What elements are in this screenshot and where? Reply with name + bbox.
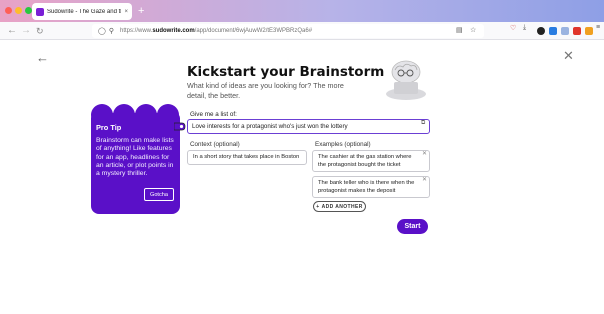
lock-icon[interactable]: ⚲ — [109, 27, 114, 35]
maximize-window-icon[interactable] — [25, 7, 32, 14]
example-input-1[interactable]: The cashier at the gas station where the… — [312, 150, 430, 172]
back-icon[interactable]: ← — [7, 24, 17, 38]
extension-icon[interactable] — [585, 27, 593, 35]
menu-icon[interactable]: ≡ — [596, 24, 600, 31]
plus-icon: + — [316, 203, 320, 210]
page-subtitle: What kind of ideas are you looking for? … — [187, 81, 344, 100]
browser-tab[interactable]: Sudowrite - The Gaze and the × — [32, 3, 132, 20]
example-input-2[interactable]: The bank teller who is there when the pr… — [312, 176, 430, 198]
url-prefix: https://www. — [119, 28, 153, 34]
shield-icon[interactable]: ◯ — [98, 27, 106, 35]
reload-icon[interactable]: ↻ — [36, 24, 44, 38]
extension-icon[interactable] — [561, 27, 569, 35]
extension-icon[interactable] — [549, 27, 557, 35]
page-title: Kickstart your Brainstorm — [187, 64, 385, 80]
start-button[interactable]: Start — [397, 219, 428, 234]
add-another-button[interactable]: + ADD ANOTHER — [313, 201, 366, 212]
url-text: https://www.sudowrite.com/app/document/6… — [120, 28, 312, 34]
context-label: Context (optional) — [190, 141, 240, 148]
pocket-icon[interactable]: ♡ — [510, 24, 516, 32]
browser-tab-bar: Sudowrite - The Gaze and the × + — [0, 0, 604, 22]
minimize-window-icon[interactable] — [15, 7, 22, 14]
remove-example-icon[interactable]: ✕ — [422, 150, 427, 157]
url-bar[interactable]: ◯ ⚲ https://www.sudowrite.com/app/docume… — [92, 24, 484, 38]
url-domain: sudowrite.com — [152, 28, 195, 34]
extension-icon[interactable] — [537, 27, 545, 35]
give-me-label: Give me a list of: — [190, 111, 237, 118]
examples-label: Examples (optional) — [315, 141, 371, 148]
pro-tip-title: Pro Tip — [96, 123, 122, 132]
add-another-label: ADD ANOTHER — [321, 203, 363, 210]
sudowrite-favicon-icon — [36, 7, 44, 16]
tab-title: Sudowrite - The Gaze and the — [47, 8, 122, 15]
pro-tip-body: Brainstorm can make lists of anything! L… — [96, 137, 174, 178]
close-icon[interactable]: ✕ — [563, 48, 574, 64]
expand-icon[interactable]: ⧉ — [421, 120, 425, 127]
give-me-input[interactable] — [187, 119, 430, 134]
gotcha-button[interactable]: Gotcha — [144, 188, 174, 201]
close-window-icon[interactable] — [5, 7, 12, 14]
tip-pointer-icon — [174, 122, 186, 131]
url-path: /app/document/6wjAuwW2/tE3WPBRzQa6# — [194, 28, 313, 34]
tab-close-icon[interactable]: × — [124, 9, 128, 15]
bookmark-star-icon[interactable]: ☆ — [470, 26, 476, 34]
reader-view-icon[interactable]: ▤ — [456, 26, 463, 34]
downloads-icon[interactable]: ⤓ — [523, 24, 526, 32]
new-tab-button[interactable]: + — [138, 4, 144, 18]
forward-icon[interactable]: → — [21, 24, 31, 38]
brain-mascot-icon — [386, 60, 426, 100]
browser-nav-bar: ← → ↻ ◯ ⚲ https://www.sudowrite.com/app/… — [0, 22, 604, 40]
context-input[interactable]: In a short story that takes place in Bos… — [187, 150, 307, 165]
remove-example-icon[interactable]: ✕ — [422, 176, 427, 183]
extension-icon[interactable] — [573, 27, 581, 35]
back-arrow-icon[interactable]: ← — [36, 50, 49, 65]
